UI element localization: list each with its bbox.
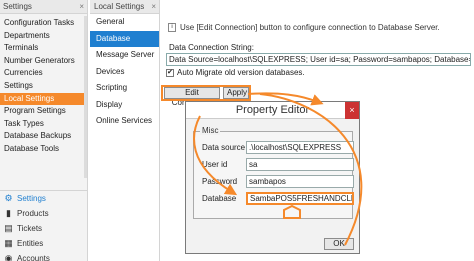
- auto-migrate-label: Auto Migrate old version databases.: [177, 68, 305, 77]
- close-icon[interactable]: ×: [345, 102, 359, 119]
- info-text: Use [Edit Connection] button to configur…: [180, 23, 440, 32]
- module-label: Settings: [17, 194, 46, 203]
- data-source-field[interactable]: .\localhost\SQLEXPRESS: [246, 141, 354, 154]
- info-message: i Use [Edit Connection] button to config…: [168, 23, 472, 32]
- property-row-database: Database SambaPOS5FRESHANDCLEAN: [200, 192, 354, 205]
- connection-string-field[interactable]: Data Source=localhost\SQLEXPRESS; User i…: [166, 53, 471, 66]
- settings-item-local-settings[interactable]: Local Settings: [0, 92, 87, 106]
- settings-item-configuration-tasks[interactable]: Configuration Tasks: [0, 17, 87, 30]
- left-panel-header: Settings ×: [0, 0, 87, 14]
- ticket-icon: ▤: [4, 223, 13, 233]
- entities-icon: ▦: [4, 238, 13, 248]
- module-settings[interactable]: ⚙ Settings: [0, 191, 87, 206]
- settings-item-database-backups[interactable]: Database Backups: [0, 130, 87, 143]
- module-label: Products: [17, 209, 49, 218]
- tab-general[interactable]: General: [90, 14, 159, 31]
- tab-message-server[interactable]: Message Server: [90, 47, 159, 64]
- settings-list-scrollbar[interactable]: [84, 16, 87, 178]
- misc-group: Misc Data source .\localhost\SQLEXPRESS …: [193, 126, 354, 219]
- gear-icon: ⚙: [4, 193, 13, 203]
- accounts-icon: ◉: [4, 253, 13, 261]
- settings-item-task-types[interactable]: Task Types: [0, 118, 87, 131]
- dialog-title-bar: Property Editor ×: [186, 102, 359, 119]
- close-icon[interactable]: ×: [79, 0, 84, 14]
- auto-migrate-checkbox[interactable]: ✔: [166, 68, 174, 77]
- module-navigation: ⚙ Settings ▮ Products ▤ Tickets ▦ Entiti…: [0, 190, 87, 261]
- local-settings-title: Local Settings: [94, 2, 145, 11]
- tab-database[interactable]: Database: [90, 30, 159, 47]
- tab-online-services[interactable]: Online Services: [90, 113, 159, 130]
- module-accounts[interactable]: ◉ Accounts: [0, 251, 87, 261]
- tab-scripting[interactable]: Scripting: [90, 80, 159, 97]
- module-label: Entities: [17, 239, 44, 248]
- bottle-icon: ▮: [6, 208, 11, 218]
- left-panel-title: Settings: [3, 2, 32, 11]
- edit-connection-button[interactable]: Edit Connection: [164, 87, 220, 107]
- module-label: Accounts: [17, 254, 50, 261]
- auto-migrate-row[interactable]: ✔ Auto Migrate old version databases.: [166, 68, 305, 77]
- apply-button[interactable]: Apply: [223, 87, 249, 99]
- settings-item-number-generators[interactable]: Number Generators: [0, 55, 87, 68]
- left-navigation-panel: Settings × Configuration Tasks Departmen…: [0, 0, 88, 261]
- database-name-field[interactable]: SambaPOS5FRESHANDCLEAN: [246, 192, 354, 205]
- property-row-user-id: User id sa: [200, 158, 354, 171]
- settings-item-currencies[interactable]: Currencies: [0, 67, 87, 80]
- property-name: Data source: [202, 143, 246, 152]
- module-entities[interactable]: ▦ Entities: [0, 236, 87, 251]
- tab-devices[interactable]: Devices: [90, 64, 159, 81]
- dialog-title: Property Editor: [235, 104, 310, 116]
- local-settings-panel: Local Settings × General Database Messag…: [90, 0, 160, 261]
- module-tickets[interactable]: ▤ Tickets: [0, 221, 87, 236]
- user-id-field[interactable]: sa: [246, 158, 354, 171]
- module-label: Tickets: [17, 224, 43, 233]
- property-row-password: Password sambapos: [200, 175, 354, 188]
- close-icon[interactable]: ×: [151, 0, 156, 14]
- settings-item-database-tools[interactable]: Database Tools: [0, 143, 87, 156]
- info-icon: i: [168, 23, 176, 32]
- settings-list: Configuration Tasks Departments Terminal…: [0, 17, 87, 156]
- property-name: Database: [202, 194, 237, 203]
- module-products[interactable]: ▮ Products: [0, 206, 87, 221]
- property-row-data-source: Data source .\localhost\SQLEXPRESS: [200, 141, 354, 154]
- property-name: Password: [202, 177, 238, 186]
- settings-item-program-settings[interactable]: Program Settings: [0, 105, 87, 118]
- misc-group-label: Misc: [200, 126, 221, 135]
- tab-display[interactable]: Display: [90, 97, 159, 114]
- settings-item-settings[interactable]: Settings: [0, 80, 87, 93]
- connection-string-label: Data Connection String:: [169, 43, 254, 52]
- settings-item-departments[interactable]: Departments: [0, 30, 87, 43]
- property-editor-dialog: Property Editor × Misc Data source .\loc…: [185, 101, 360, 254]
- password-field[interactable]: sambapos: [246, 175, 354, 188]
- property-name: User id: [202, 160, 228, 169]
- ok-button[interactable]: OK: [324, 238, 354, 250]
- settings-item-terminals[interactable]: Terminals: [0, 42, 87, 55]
- local-settings-header: Local Settings ×: [90, 0, 159, 14]
